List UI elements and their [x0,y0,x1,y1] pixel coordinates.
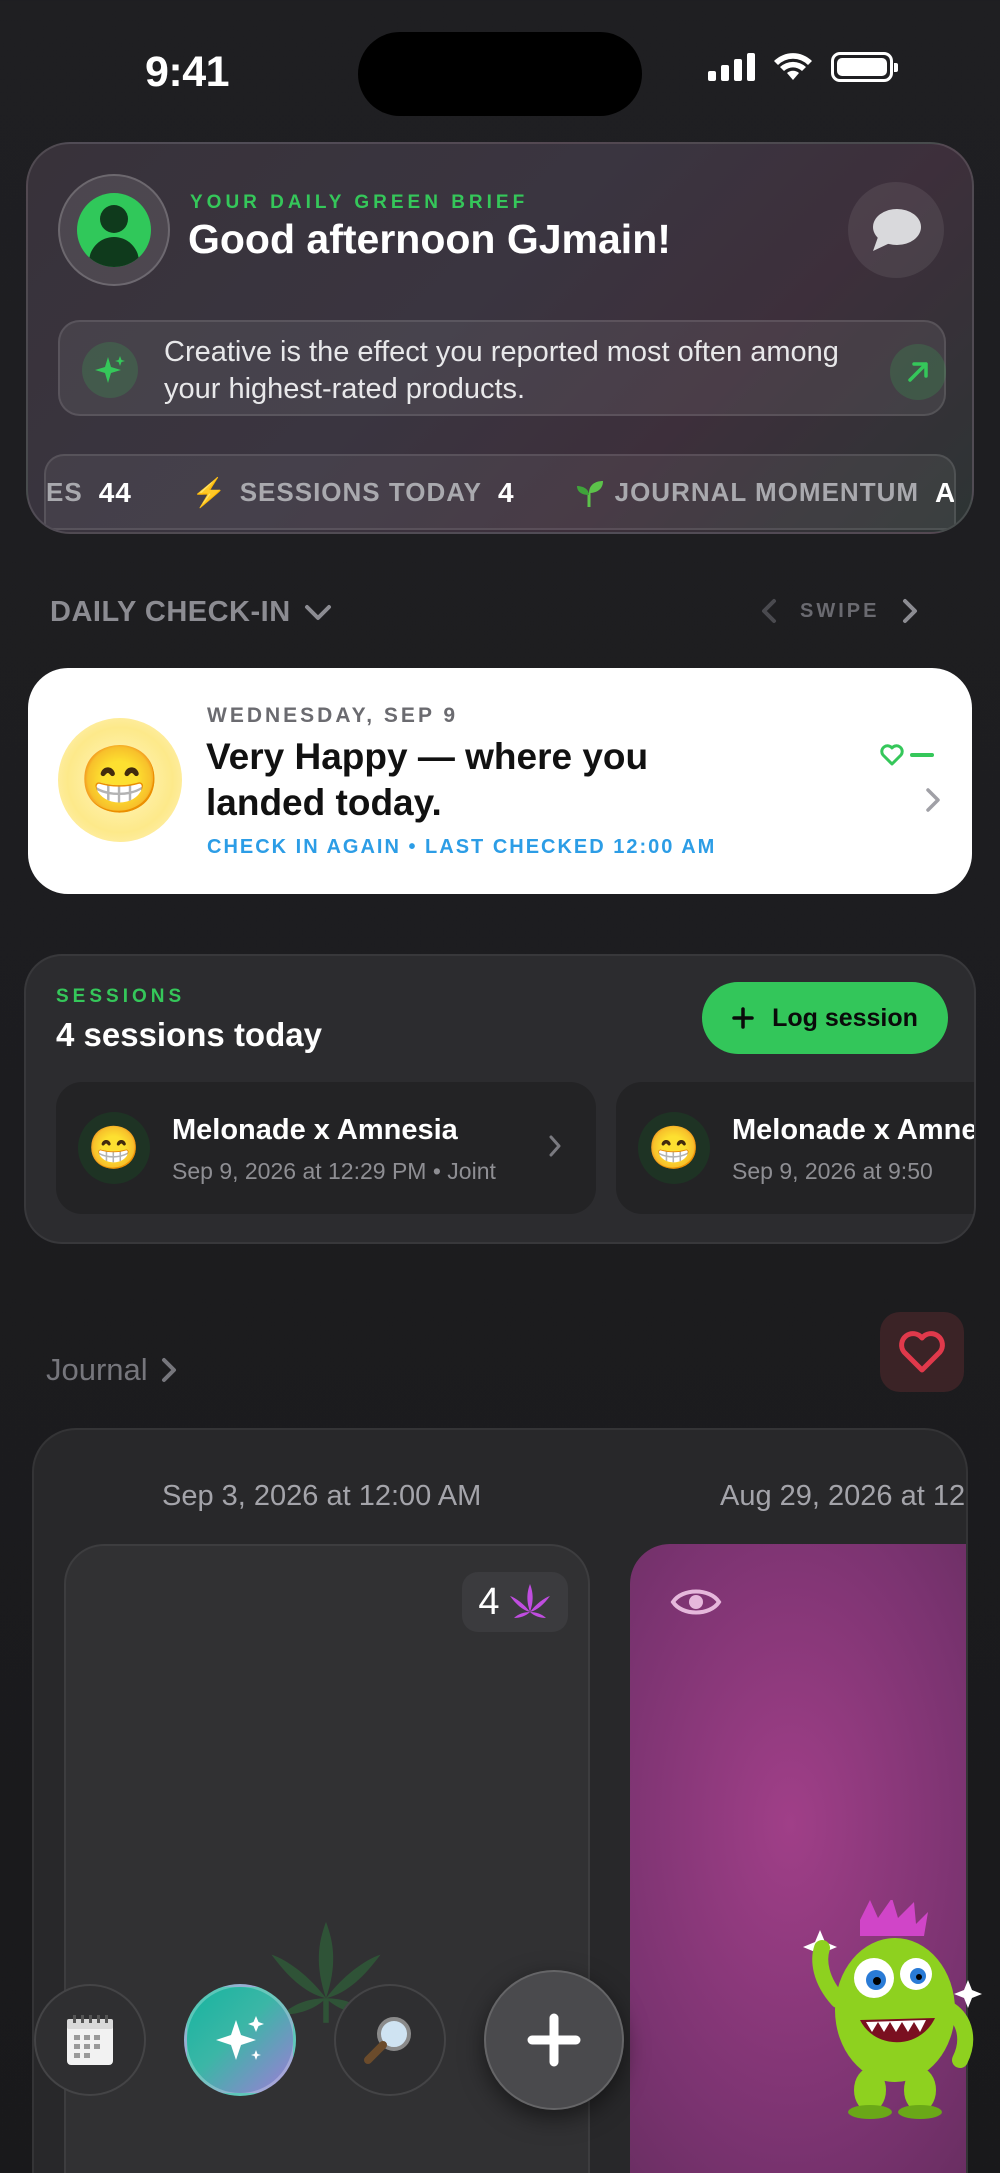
magnifier-icon [364,2017,411,2064]
journal-entry-date: Aug 29, 2026 at 12 [720,1480,966,1512]
calendar-button[interactable] [34,1984,146,2096]
chevron-right-icon [549,1135,561,1157]
ticker-label: ES [46,477,83,507]
session-item[interactable]: 😁 Melonade x Amnesia Sep 9, 2026 at 12:2… [56,1082,596,1214]
session-mood-emoji: 😁 [638,1112,710,1184]
stats-ticker: ES 44 ⚡ SESSIONS TODAY 4 JOURNAL MOMENTU… [44,454,956,530]
journal-entry-date: Sep 3, 2026 at 12:00 AM [162,1480,482,1512]
eye-icon[interactable] [670,1584,722,1620]
ticker-value: 4 [498,476,515,508]
chat-bubble-icon [873,209,921,251]
chat-button[interactable] [848,182,944,278]
insight-row[interactable]: Creative is the effect you reported most… [58,320,946,416]
status-icons [708,52,898,82]
ticker-value: AC [935,476,956,508]
calendar-icon [67,2015,113,2065]
sessions-card: SESSIONS 4 sessions today Log session 😁 … [24,954,976,1244]
chevron-right-icon[interactable] [901,598,919,624]
journal-link[interactable]: Journal [46,1352,178,1388]
chevron-left-icon[interactable] [760,598,778,624]
greeting-title: Good afternoon GJmain! [188,216,671,262]
chevron-right-icon [926,788,940,812]
sparkle-icon [82,342,138,398]
daily-checkin-dropdown[interactable]: DAILY CHECK-IN [50,596,333,629]
status-time: 9:41 [145,48,230,96]
sessions-kicker: SESSIONS [56,986,186,1007]
heart-icon [899,1331,945,1373]
swipe-control: SWIPE [760,598,919,624]
daily-brief-card: YOUR DAILY GREEN BRIEF Good afternoon GJ… [26,142,974,534]
ticker-value: 44 [98,476,132,508]
log-session-label: Log session [772,1003,918,1032]
session-name: Melonade x Amnesia [172,1114,458,1146]
sprout-icon [576,480,603,507]
search-button[interactable] [334,1984,446,2096]
sparkles-icon [216,2016,264,2060]
checkin-date: WEDNESDAY, SEP 9 [207,704,459,727]
rating-count: 4 [478,1580,500,1623]
daily-checkin-label: DAILY CHECK-IN [50,596,291,628]
insight-text: Creative is the effect you reported most… [164,336,839,405]
monster-mascot[interactable] [800,1900,990,2120]
mood-emoji: 😁 [58,718,182,842]
ticker-label: SESSIONS TODAY [239,477,483,507]
chevron-down-icon [304,604,331,620]
heart-outline-icon [880,744,904,766]
session-item[interactable]: 😁 Melonade x Amnesia Sep 9, 2026 at 9:50 [616,1082,976,1214]
checkin-again-link[interactable]: CHECK IN AGAIN • LAST CHECKED 12:00 AM [207,836,716,859]
session-meta: Sep 9, 2026 at 12:29 PM • Joint [172,1158,496,1184]
checkin-card[interactable]: 😁 WEDNESDAY, SEP 9 Very Happy — where yo… [28,668,972,894]
add-button[interactable] [484,1970,624,2110]
cellular-signal-icon [708,53,755,81]
ticker-label: JOURNAL MOMENTUM [614,477,920,507]
checkin-title: Very Happy — where you landed today. [206,736,649,823]
session-meta: Sep 9, 2026 at 9:50 [732,1158,933,1184]
arrow-up-right-icon[interactable] [890,344,946,400]
battery-icon [831,52,898,82]
wifi-icon [774,53,812,80]
dynamic-island [358,32,642,116]
ai-sparkle-button[interactable] [184,1984,296,2096]
cannabis-leaf-icon [509,1584,550,1618]
mood-indicator [880,744,934,766]
session-name: Melonade x Amnesia [732,1114,976,1146]
avatar[interactable] [58,174,170,286]
sessions-title: 4 sessions today [56,1016,322,1053]
rating-badge: 4 [462,1572,568,1632]
log-session-button[interactable]: Log session [702,982,948,1054]
plus-icon [732,1007,754,1029]
lightning-icon: ⚡ [191,477,228,508]
brief-kicker: YOUR DAILY GREEN BRIEF [190,192,529,213]
favorites-button[interactable] [880,1312,964,1392]
swipe-label: SWIPE [800,599,880,622]
session-mood-emoji: 😁 [78,1112,150,1184]
journal-label: Journal [46,1352,148,1387]
chevron-right-icon [161,1358,176,1382]
person-icon [77,193,151,267]
plus-icon [527,2013,581,2067]
